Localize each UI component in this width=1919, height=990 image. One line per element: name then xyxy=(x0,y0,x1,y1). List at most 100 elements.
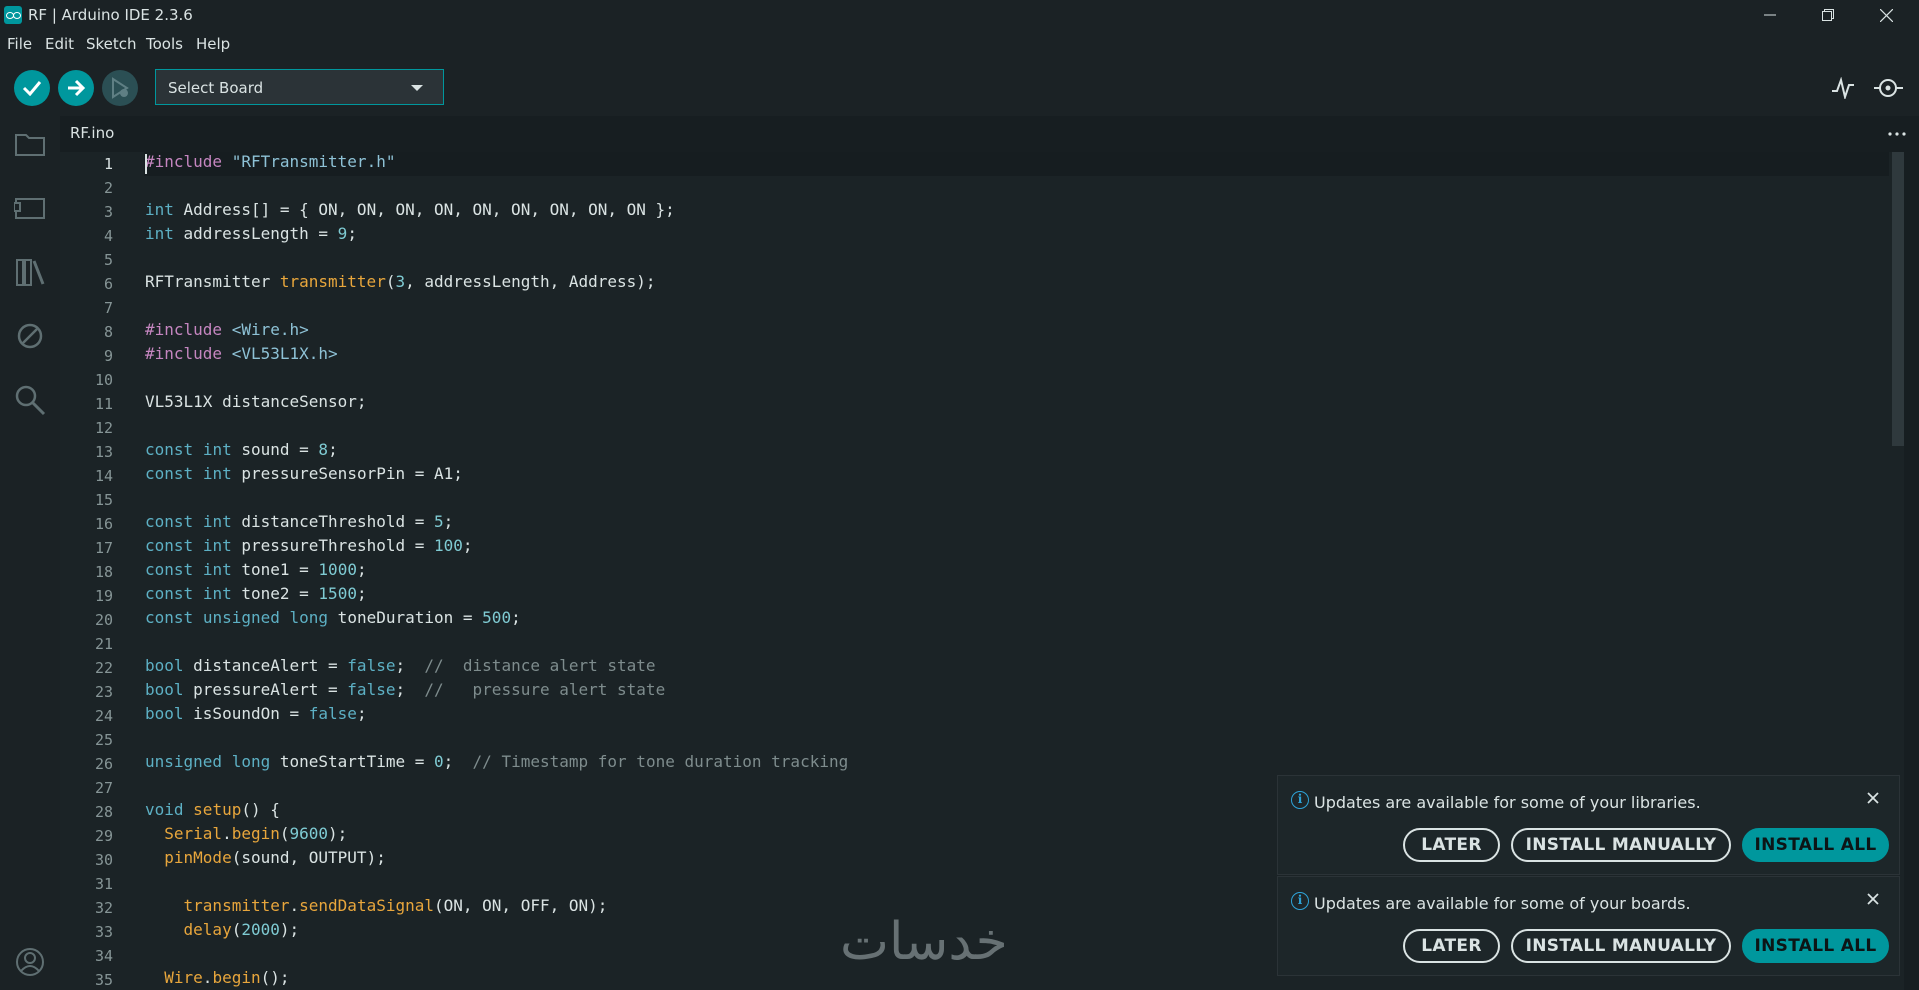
tab-label: RF.ino xyxy=(70,124,115,142)
verify-icon xyxy=(22,81,42,96)
line-number: 15 xyxy=(94,491,113,509)
library-icon xyxy=(16,259,45,286)
line-number: 6 xyxy=(103,275,113,293)
more-actions-button[interactable] xyxy=(1885,122,1909,146)
tab-rf-ino[interactable]: RF.ino xyxy=(60,116,128,154)
account-button[interactable] xyxy=(10,942,50,982)
line-number: 11 xyxy=(94,395,113,413)
code-line[interactable]: void setup() { xyxy=(145,800,280,819)
line-number: 21 xyxy=(94,635,113,653)
code-line[interactable]: const int sound = 8; xyxy=(145,440,338,459)
activity-sidebar xyxy=(0,116,60,990)
close-icon xyxy=(1867,792,1879,804)
code-line[interactable]: pinMode(sound, OUTPUT); xyxy=(145,848,386,867)
menu-edit[interactable]: Edit xyxy=(45,35,74,53)
board-select-label: Select Board xyxy=(168,79,264,97)
restore-button[interactable] xyxy=(1799,0,1857,30)
code-line[interactable]: const int pressureThreshold = 100; xyxy=(145,536,473,555)
library-manager-button[interactable] xyxy=(10,252,50,292)
board-select-dropdown[interactable]: Select Board xyxy=(155,69,444,105)
line-number: 19 xyxy=(94,587,113,605)
code-line[interactable]: const int distanceThreshold = 5; xyxy=(145,512,453,531)
boards-update-notification: i Updates are available for some of your… xyxy=(1277,876,1900,976)
serial-plotter-button[interactable] xyxy=(1825,70,1861,106)
debug-icon xyxy=(112,77,129,99)
line-number: 25 xyxy=(94,731,113,749)
install-manually-button[interactable]: INSTALL MANUALLY xyxy=(1511,929,1731,963)
line-number: 20 xyxy=(94,611,113,629)
upload-icon xyxy=(68,79,86,97)
line-number: 30 xyxy=(94,851,113,869)
search-button[interactable] xyxy=(10,380,50,420)
chevron-down-icon xyxy=(411,85,423,91)
user-icon xyxy=(16,948,44,976)
serial-monitor-button[interactable] xyxy=(1871,70,1907,106)
folder-icon xyxy=(15,134,45,156)
line-number: 10 xyxy=(94,371,113,389)
debug-button[interactable] xyxy=(102,70,138,106)
code-line[interactable]: int addressLength = 9; xyxy=(145,224,357,243)
code-line[interactable]: const int pressureSensorPin = A1; xyxy=(145,464,463,483)
boards-manager-button[interactable] xyxy=(10,188,50,228)
boards-icon xyxy=(14,198,45,219)
debugger-button[interactable] xyxy=(10,316,50,356)
code-line[interactable]: const int tone1 = 1000; xyxy=(145,560,367,579)
notification-close-button[interactable] xyxy=(1863,788,1883,808)
editor-tab-bar: RF.ino xyxy=(60,116,1919,154)
line-number: 29 xyxy=(94,827,113,845)
install-all-button[interactable]: INSTALL ALL xyxy=(1742,929,1889,963)
code-line[interactable]: const unsigned long toneDuration = 500; xyxy=(145,608,521,627)
install-all-button[interactable]: INSTALL ALL xyxy=(1742,828,1889,862)
line-number: 26 xyxy=(94,755,113,773)
line-number: 2 xyxy=(103,179,113,197)
code-line[interactable]: transmitter.sendDataSignal(ON, ON, OFF, … xyxy=(145,896,608,915)
current-line-highlight xyxy=(144,152,1904,176)
install-manually-button[interactable]: INSTALL MANUALLY xyxy=(1511,828,1731,862)
menu-sketch[interactable]: Sketch xyxy=(86,35,137,53)
info-icon: i xyxy=(1291,791,1309,809)
menu-tools[interactable]: Tools xyxy=(146,35,183,53)
text-cursor xyxy=(145,154,147,174)
info-icon: i xyxy=(1291,892,1309,910)
line-number: 31 xyxy=(94,875,113,893)
line-number: 1 xyxy=(103,155,113,173)
minimize-button[interactable] xyxy=(1741,0,1799,30)
line-number: 3 xyxy=(103,203,113,221)
window-title: RF | Arduino IDE 2.3.6 xyxy=(28,6,193,24)
menu-help[interactable]: Help xyxy=(196,35,230,53)
code-line[interactable]: const int tone2 = 1500; xyxy=(145,584,367,603)
code-line[interactable]: bool pressureAlert = false; // pressure … xyxy=(145,680,665,699)
code-line[interactable]: delay(2000); xyxy=(145,920,300,939)
close-window-button[interactable] xyxy=(1857,0,1915,30)
line-number-gutter: 1 2 3 4 5 6 7 8 9 10 11 12 13 14 15 16 17 18 19 20 21 22 23 24 2… xyxy=(60,152,120,990)
upload-button[interactable] xyxy=(58,70,94,106)
notification-close-button[interactable] xyxy=(1863,889,1883,909)
later-button[interactable]: LATER xyxy=(1403,828,1500,862)
line-number: 27 xyxy=(94,779,113,797)
code-line[interactable]: int Address[] = { ON, ON, ON, ON, ON, ON… xyxy=(145,200,675,219)
code-line[interactable]: bool distanceAlert = false; // distance … xyxy=(145,656,656,675)
code-line[interactable]: VL53L1X distanceSensor; xyxy=(145,392,367,411)
code-line[interactable]: #include <Wire.h> xyxy=(145,320,309,339)
line-number: 24 xyxy=(94,707,113,725)
verify-button[interactable] xyxy=(14,70,50,106)
close-icon xyxy=(1879,8,1893,22)
code-line[interactable]: #include <VL53L1X.h> xyxy=(145,344,338,363)
code-line[interactable]: Serial.begin(9600); xyxy=(145,824,347,843)
code-line[interactable]: Wire.begin(); xyxy=(145,968,289,987)
menu-file[interactable]: File xyxy=(7,35,32,53)
sketchbook-button[interactable] xyxy=(10,124,50,164)
code-line[interactable]: RFTransmitter transmitter(3, addressLeng… xyxy=(145,272,656,291)
notification-message: Updates are available for some of your b… xyxy=(1314,894,1691,913)
arduino-logo-icon xyxy=(4,6,22,24)
line-number: 34 xyxy=(94,947,113,965)
search-icon xyxy=(15,385,46,416)
line-number: 32 xyxy=(94,899,113,917)
line-number: 5 xyxy=(103,251,113,269)
later-button[interactable]: LATER xyxy=(1403,929,1500,963)
code-line[interactable]: #include "RFTransmitter.h" xyxy=(145,152,395,171)
title-bar: RF | Arduino IDE 2.3.6 xyxy=(0,0,1919,30)
code-line[interactable]: unsigned long toneStartTime = 0; // Time… xyxy=(145,752,848,771)
code-line[interactable]: bool isSoundOn = false; xyxy=(145,704,367,723)
scrollbar-thumb[interactable] xyxy=(1892,152,1904,446)
